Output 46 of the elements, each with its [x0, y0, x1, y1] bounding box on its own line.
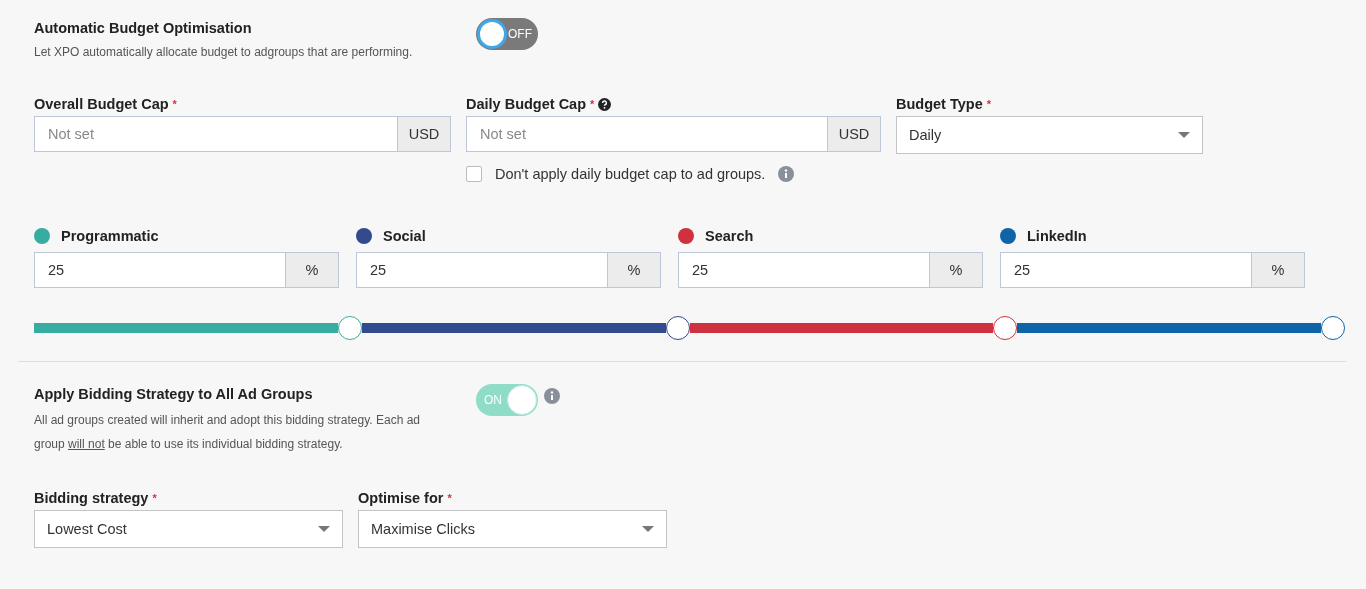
- section-title: Apply Bidding Strategy to All Ad Groups: [34, 385, 314, 404]
- dropdown[interactable]: Maximise Clicks: [358, 510, 667, 548]
- required-mark: *: [152, 492, 157, 504]
- currency-addon: USD: [827, 116, 881, 152]
- field-label: Overall Budget Cap: [34, 96, 169, 112]
- percent-addon: %: [285, 252, 339, 288]
- percent-input[interactable]: 25: [678, 252, 929, 288]
- section-description: Let XPO automatically allocate budget to adgroups that are performing.: [34, 44, 414, 61]
- caret-icon: [642, 526, 654, 532]
- percent-addon: %: [929, 252, 983, 288]
- slider-handle[interactable]: [337, 316, 362, 340]
- required-mark: *: [590, 98, 595, 110]
- percent-input[interactable]: 25: [356, 252, 607, 288]
- section-description: All ad groups created will inherit and adopt this bidding strategy. Each ad group will not be able to use its individual bidding strategy.: [34, 412, 421, 453]
- percent-addon: %: [1251, 252, 1305, 288]
- required-mark: *: [172, 98, 177, 110]
- info-icon: [778, 166, 795, 182]
- amount-input[interactable]: Not set: [34, 116, 397, 152]
- required-mark: *: [447, 492, 452, 504]
- help-icon: [598, 97, 612, 111]
- field-label: Optimise for: [358, 490, 444, 506]
- slider-handle[interactable]: [1321, 316, 1345, 340]
- dropdown[interactable]: Lowest Cost: [34, 510, 343, 548]
- checkbox[interactable]: [466, 166, 482, 182]
- channel-label: Social: [383, 228, 426, 244]
- percent-addon: %: [607, 252, 661, 288]
- required-mark: *: [986, 98, 991, 110]
- section-title: Automatic Budget Optimisation: [34, 19, 253, 38]
- caret-icon: [318, 526, 330, 532]
- channel-label: Search: [705, 228, 754, 244]
- dropdown[interactable]: Daily: [896, 116, 1203, 154]
- channel-label: Programmatic: [61, 228, 159, 244]
- field-label: Bidding strategy: [34, 490, 149, 506]
- toggle-switch[interactable]: OFF: [476, 18, 538, 50]
- checkbox-label: Don't apply daily budget cap to ad groups.: [495, 166, 766, 182]
- slider-handle[interactable]: [665, 316, 690, 340]
- info-icon: [544, 388, 560, 404]
- amount-input[interactable]: Not set: [466, 116, 827, 152]
- field-label: Budget Type: [896, 96, 983, 112]
- slider-handle[interactable]: [993, 316, 1018, 340]
- channel-label: LinkedIn: [1027, 228, 1087, 244]
- percent-input[interactable]: 25: [1000, 252, 1251, 288]
- percent-input[interactable]: 25: [34, 252, 285, 288]
- caret-icon: [1178, 132, 1190, 138]
- currency-addon: USD: [397, 116, 451, 152]
- field-label: Daily Budget Cap: [466, 96, 587, 112]
